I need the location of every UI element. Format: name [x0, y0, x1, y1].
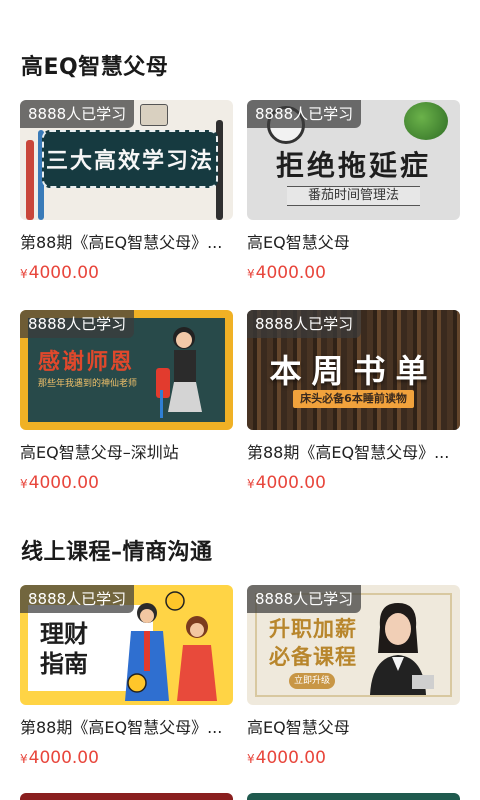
course-card[interactable]: 理财指南 8888人已学习 第88期《高EQ智慧父母》... ¥4000.00 [20, 585, 233, 770]
thumbnail-board: 三大高效学习法 [42, 130, 218, 188]
course-thumbnail-partial[interactable] [20, 793, 233, 800]
price-value: 4000.00 [255, 748, 326, 768]
course-title[interactable]: 第88期《高EQ智慧父母》... [20, 232, 233, 254]
currency-symbol: ¥ [20, 267, 28, 281]
plant-illustration [404, 102, 448, 140]
thumbnail-text: 拒绝拖延症 [275, 149, 431, 182]
learners-badge: 8888人已学习 [247, 585, 362, 613]
course-card[interactable]: 三大高效学习法 8888人已学习 第88期《高EQ智慧父母》... ¥4000.… [20, 100, 233, 285]
course-title[interactable]: 高EQ智慧父母–深圳站 [20, 442, 233, 464]
thumbnail-subtext: 番茄时间管理法 [287, 186, 420, 206]
thumbnail-text: 升职加薪必备课程 [269, 617, 357, 669]
currency-symbol: ¥ [247, 752, 255, 766]
learners-badge: 8888人已学习 [247, 100, 362, 128]
thumbnail-upgrade-label: 立即升级 [289, 673, 335, 689]
course-list-page: 高EQ智慧父母 三大高效学习法 8888人已学习 第88期《高EQ智慧父母》..… [0, 0, 480, 800]
price-value: 4000.00 [28, 748, 99, 768]
course-title[interactable]: 高EQ智慧父母 [247, 232, 460, 254]
course-card[interactable]: 感谢师恩 那些年我遇到的神仙老师 8888人已学习 高EQ智慧父母–深圳站 ¥4… [20, 310, 233, 495]
currency-symbol: ¥ [247, 477, 255, 491]
thumbnail-subtext: 那些年我遇到的神仙老师 [38, 379, 138, 389]
course-thumbnail[interactable]: 升职加薪必备课程 立即升级 8888人已学习 [247, 585, 460, 705]
teacher-illustration [156, 327, 202, 418]
course-card[interactable]: 本周书单 床头必备6本睡前读物 8888人已学习 第88期《高EQ智慧父母》..… [247, 310, 460, 495]
currency-symbol: ¥ [247, 267, 255, 281]
course-card[interactable]: 升职加薪必备课程 立即升级 8888人已学习 高EQ智慧父母 ¥4000.00 [247, 585, 460, 770]
course-thumbnail[interactable]: 本周书单 床头必备6本睡前读物 8888人已学习 [247, 310, 460, 430]
section-title-2: 线上课程–情商沟通 [21, 540, 213, 565]
course-thumbnail[interactable]: 拒绝拖延症 番茄时间管理法 8888人已学习 [247, 100, 460, 220]
learners-badge: 8888人已学习 [20, 310, 135, 338]
currency-symbol: ¥ [20, 752, 28, 766]
section-title-1: 高EQ智慧父母 [21, 55, 169, 80]
course-price: ¥4000.00 [20, 472, 233, 495]
currency-symbol: ¥ [20, 477, 28, 491]
price-value: 4000.00 [28, 263, 99, 283]
course-price: ¥4000.00 [20, 262, 233, 285]
course-price: ¥4000.00 [247, 747, 460, 770]
price-value: 4000.00 [28, 473, 99, 493]
course-thumbnail[interactable]: 感谢师恩 那些年我遇到的神仙老师 8888人已学习 [20, 310, 233, 430]
price-value: 4000.00 [255, 263, 326, 283]
thumbnail-text: 理财指南 [40, 620, 88, 678]
thumbnail-text: 本周书单 [269, 352, 438, 390]
learners-badge: 8888人已学习 [247, 310, 362, 338]
course-thumbnail[interactable]: 三大高效学习法 8888人已学习 [20, 100, 233, 220]
course-thumbnail[interactable]: 理财指南 8888人已学习 [20, 585, 233, 705]
course-card[interactable]: 拒绝拖延症 番茄时间管理法 8888人已学习 高EQ智慧父母 ¥4000.00 [247, 100, 460, 285]
course-thumbnail-partial[interactable] [247, 793, 460, 800]
course-title[interactable]: 第88期《高EQ智慧父母》... [247, 442, 460, 464]
thumbnail-text: 三大高效学习法 [45, 149, 214, 174]
course-price: ¥4000.00 [247, 262, 460, 285]
learners-badge: 8888人已学习 [20, 100, 135, 128]
course-price: ¥4000.00 [247, 472, 460, 495]
thumbnail-subtext: 床头必备6本睡前读物 [293, 390, 414, 408]
price-value: 4000.00 [255, 473, 326, 493]
course-title[interactable]: 高EQ智慧父母 [247, 717, 460, 739]
course-title[interactable]: 第88期《高EQ智慧父母》... [20, 717, 233, 739]
thumbnail-text: 感谢师恩 [38, 350, 135, 375]
woman-illustration [370, 603, 434, 695]
learners-badge: 8888人已学习 [20, 585, 135, 613]
course-price: ¥4000.00 [20, 747, 233, 770]
